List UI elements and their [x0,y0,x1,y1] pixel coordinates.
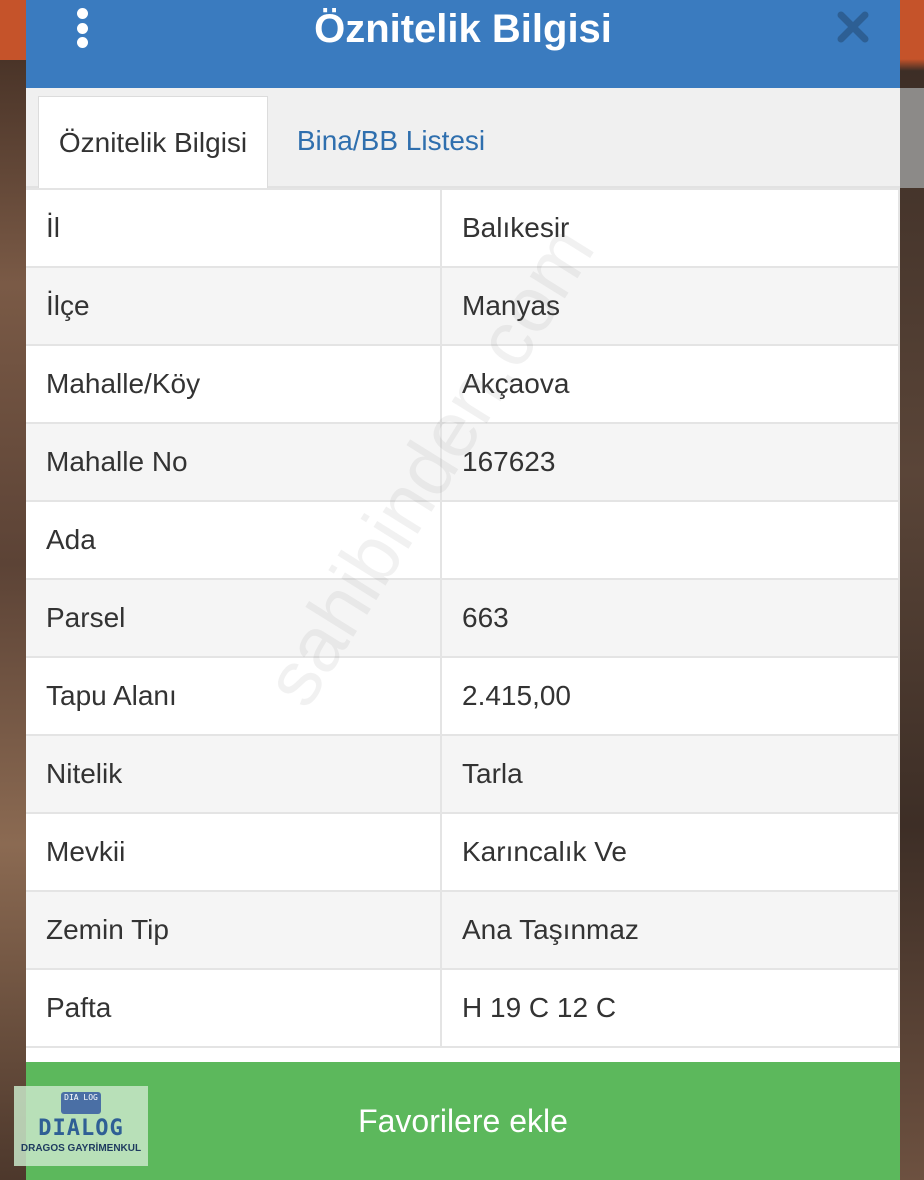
row-value: Balıkesir [441,188,900,268]
table-row: Nitelik Tarla [26,734,900,814]
map-background-left [0,60,26,1180]
tab-building-list[interactable]: Bina/BB Listesi [276,96,506,186]
close-icon[interactable] [836,10,870,44]
table-row: Ada [26,500,900,580]
row-value: 2.415,00 [441,656,900,736]
tab-attribute-info[interactable]: Öznitelik Bilgisi [38,96,268,188]
logo-badge: DIA LOG [61,1092,101,1114]
table-row: Mevkii Karıncalık Ve [26,812,900,892]
attribute-dialog: Öznitelik Bilgisi Öznitelik Bilgisi Bina… [26,0,900,1180]
row-key: Zemin Tip [26,890,442,970]
row-key: Nitelik [26,734,442,814]
row-value: 167623 [441,422,900,502]
row-key: Ada [26,500,442,580]
row-key: İl [26,188,442,268]
map-background-strip [0,0,26,60]
row-value: H 19 C 12 C [441,968,900,1048]
row-key: Pafta [26,968,442,1048]
attribute-table: İl Balıkesir İlçe Manyas Mahalle/Köy Akç… [26,188,900,1048]
table-row: İl Balıkesir [26,188,900,268]
row-key: Parsel [26,578,442,658]
company-logo: DIA LOG DIALOG DRAGOS GAYRİMENKUL [14,1086,148,1166]
row-value: Ana Taşınmaz [441,890,900,970]
more-vertical-icon[interactable] [72,8,92,48]
row-value: Manyas [441,266,900,346]
dialog-header: Öznitelik Bilgisi [26,0,900,88]
logo-text: DIALOG [38,1116,124,1141]
row-key: Mahalle/Köy [26,344,442,424]
tab-bar: Öznitelik Bilgisi Bina/BB Listesi [26,88,900,188]
table-row: İlçe Manyas [26,266,900,346]
row-value [441,500,900,580]
table-row: Zemin Tip Ana Taşınmaz [26,890,900,970]
table-row: Pafta H 19 C 12 C [26,968,900,1048]
row-value: 663 [441,578,900,658]
map-background-band [900,88,924,188]
row-value: Tarla [441,734,900,814]
table-row: Mahalle/Köy Akçaova [26,344,900,424]
table-row: Tapu Alanı 2.415,00 [26,656,900,736]
row-value: Karıncalık Ve [441,812,900,892]
dialog-title: Öznitelik Bilgisi [314,6,612,51]
table-row: Mahalle No 167623 [26,422,900,502]
logo-subtext: DRAGOS GAYRİMENKUL [20,1143,142,1154]
row-key: Mahalle No [26,422,442,502]
row-key: Tapu Alanı [26,656,442,736]
row-key: Mevkii [26,812,442,892]
row-value: Akçaova [441,344,900,424]
table-row: Parsel 663 [26,578,900,658]
row-key: İlçe [26,266,442,346]
add-to-favorites-button[interactable]: Favorilere ekle [26,1062,900,1180]
